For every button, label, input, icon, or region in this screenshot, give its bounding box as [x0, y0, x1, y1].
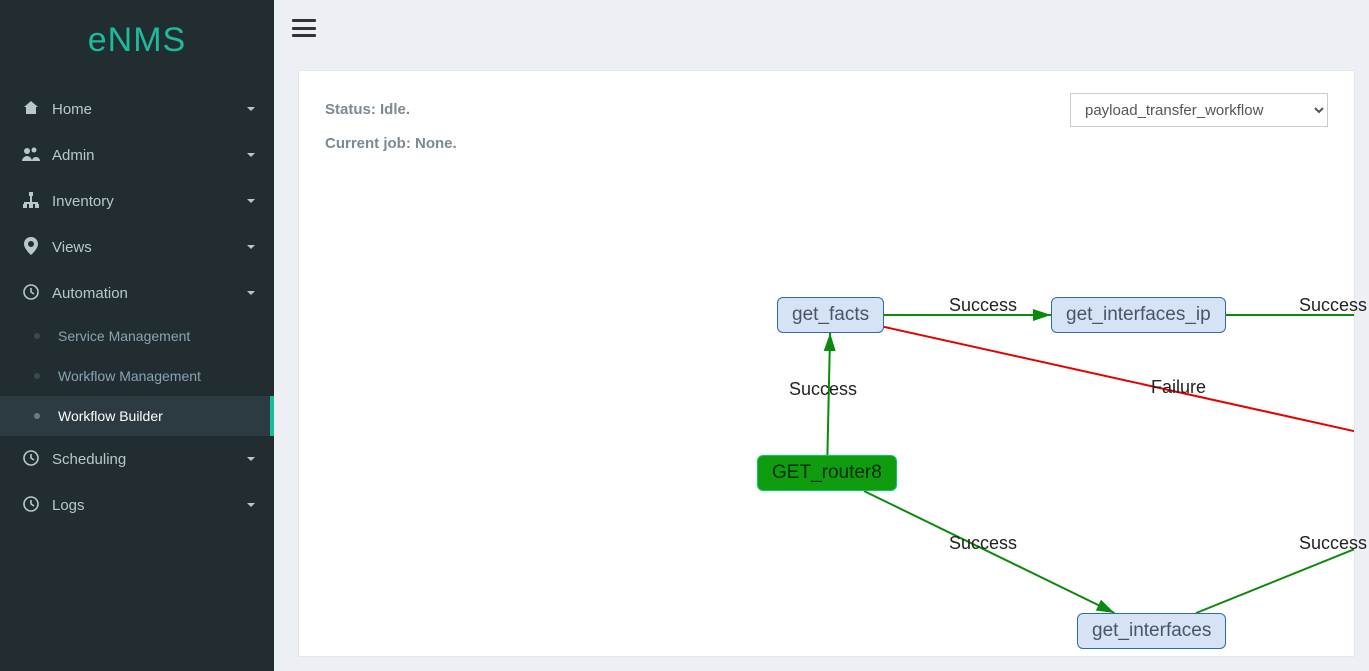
sidebar-subitem-label: Workflow Management [58, 368, 201, 384]
pin-icon [18, 237, 44, 258]
workflow-graph[interactable]: get_factsget_interfaces_ipget_configGET_… [299, 171, 1354, 656]
clock-icon [18, 284, 44, 303]
chevron-down-icon [246, 239, 256, 255]
edge-label: Success [1299, 533, 1367, 554]
menu-toggle-icon[interactable] [292, 19, 316, 37]
edge-label: Success [949, 533, 1017, 554]
node-get_interfaces_ip[interactable]: get_interfaces_ip [1051, 297, 1226, 333]
topbar [274, 0, 1369, 56]
sidebar-item-label: Home [44, 101, 246, 118]
current-job-text: Current job: None. [325, 127, 1328, 161]
sidebar-item-views[interactable]: Views [0, 224, 274, 270]
chevron-down-icon [246, 451, 256, 467]
sidebar: eNMS Home Admin Inventory Views Automation Se… [0, 0, 274, 671]
sidebar-item-label: Admin [44, 147, 246, 164]
node-get_interfaces[interactable]: get_interfaces [1077, 613, 1226, 649]
sidebar-item-label: Inventory [44, 193, 246, 210]
sitemap-icon [18, 192, 44, 211]
chevron-down-icon [246, 497, 256, 513]
users-icon [18, 146, 44, 165]
clock-icon [18, 496, 44, 515]
sidebar-subitem-label: Service Management [58, 328, 190, 344]
node-get_facts[interactable]: get_facts [777, 297, 884, 333]
bullet-icon [34, 413, 40, 419]
bullet-icon [34, 373, 40, 379]
graph-edges [299, 171, 1354, 656]
edge-label: Success [949, 295, 1017, 316]
chevron-down-icon [246, 101, 256, 117]
chevron-down-icon [246, 193, 256, 209]
sidebar-item-label: Automation [44, 285, 246, 302]
content: Status: Idle. Current job: None. payload… [274, 56, 1369, 671]
sidebar-subitem-workflow-management[interactable]: Workflow Management [0, 356, 274, 396]
node-GET_router8[interactable]: GET_router8 [757, 455, 897, 491]
app-logo: eNMS [0, 0, 274, 80]
edge-label: Success [1299, 295, 1367, 316]
sidebar-subitem-label: Workflow Builder [58, 408, 163, 424]
main: Status: Idle. Current job: None. payload… [274, 0, 1369, 671]
sidebar-subitem-workflow-builder[interactable]: Workflow Builder [0, 396, 274, 436]
sidebar-item-inventory[interactable]: Inventory [0, 178, 274, 224]
edge-label: Success [789, 379, 857, 400]
sidebar-item-scheduling[interactable]: Scheduling [0, 436, 274, 482]
sidebar-item-admin[interactable]: Admin [0, 132, 274, 178]
sidebar-item-home[interactable]: Home [0, 86, 274, 132]
chevron-down-icon [246, 147, 256, 163]
sidebar-item-label: Logs [44, 497, 246, 514]
sidebar-item-label: Scheduling [44, 451, 246, 468]
sidebar-item-automation[interactable]: Automation [0, 270, 274, 316]
bullet-icon [34, 333, 40, 339]
home-icon [18, 100, 44, 119]
sidebar-item-logs[interactable]: Logs [0, 482, 274, 528]
edge-label: Failure [1151, 377, 1206, 398]
workflow-panel: Status: Idle. Current job: None. payload… [298, 70, 1355, 657]
edge-get_facts-process_payload1[interactable] [884, 327, 1354, 455]
sidebar-item-label: Views [44, 239, 246, 256]
workflow-select[interactable]: payload_transfer_workflow [1070, 93, 1328, 127]
nav-menu: Home Admin Inventory Views Automation Service… [0, 80, 274, 671]
chevron-down-icon [246, 285, 256, 301]
sidebar-subitem-service-management[interactable]: Service Management [0, 316, 274, 356]
clock-icon [18, 450, 44, 469]
